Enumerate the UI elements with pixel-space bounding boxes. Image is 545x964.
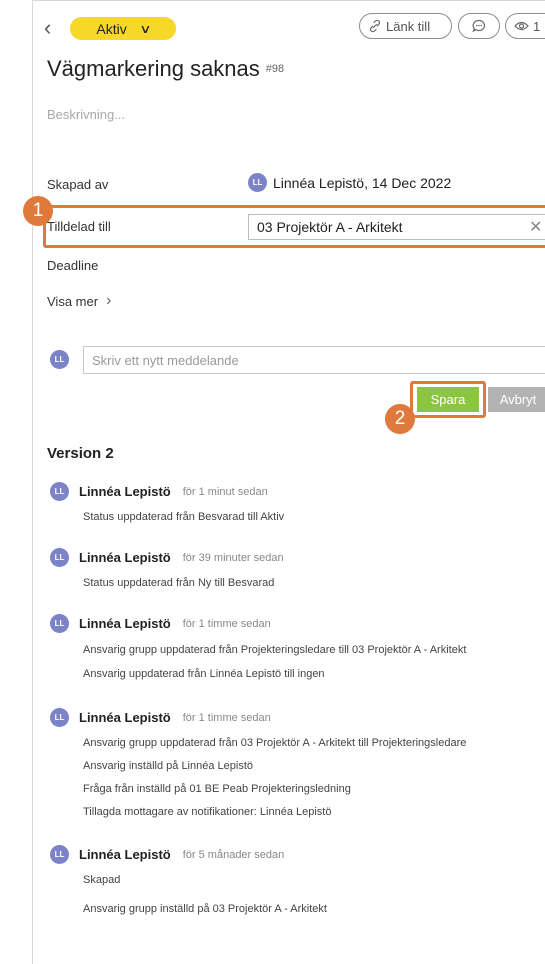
- history-entry-header: LL Linnéa Lepistö för 1 timme sedan: [50, 614, 271, 633]
- comment-button[interactable]: [458, 13, 500, 39]
- save-button[interactable]: Spara: [417, 387, 479, 412]
- task-number: #98: [265, 63, 285, 75]
- entry-time: för 1 timme sedan: [182, 711, 271, 724]
- history-entry-header: LL Linnéa Lepistö för 39 minuter sedan: [50, 548, 284, 567]
- watchers-count: 1: [533, 18, 541, 34]
- avatar: LL: [248, 173, 267, 192]
- entry-line: Ansvarig grupp uppdaterad från Projekter…: [83, 644, 467, 656]
- task-title-text: Vägmarkering saknas: [47, 56, 260, 81]
- history-entry-header: LL Linnéa Lepistö för 5 månader sedan: [50, 845, 284, 864]
- entry-line: Tillagda mottagare av notifikationer: Li…: [83, 806, 332, 818]
- entry-time: för 5 månader sedan: [182, 848, 285, 861]
- entry-line: Fråga från inställd på 01 BE Peab Projek…: [83, 783, 351, 795]
- created-by-value: LL Linnéa Lepistö, 14 Dec 2022: [248, 173, 451, 192]
- entry-line: Status uppdaterad från Besvarad till Akt…: [83, 511, 285, 523]
- version-title: Version 2: [47, 445, 114, 462]
- avatar: LL: [50, 350, 69, 369]
- assigned-to-value: 03 Projektör A - Arkitekt: [257, 219, 403, 235]
- back-chevron-icon[interactable]: ‹: [44, 17, 60, 40]
- entry-author: Linnéa Lepistö: [79, 616, 171, 631]
- step-marker-2: 2: [385, 404, 415, 434]
- history-entry-header: LL Linnéa Lepistö för 1 timme sedan: [50, 708, 271, 727]
- entry-author: Linnéa Lepistö: [79, 484, 171, 499]
- avatar: LL: [50, 708, 69, 727]
- avatar: LL: [50, 548, 69, 567]
- history-entry-header: LL Linnéa Lepistö för 1 minut sedan: [50, 482, 268, 501]
- entry-line: Ansvarig uppdaterad från Linnéa Lepistö …: [83, 668, 325, 680]
- watchers-button[interactable]: 1: [505, 13, 545, 39]
- clear-icon[interactable]: ✕: [529, 217, 542, 237]
- entry-line: Ansvarig grupp inställd på 03 Projektör …: [83, 903, 327, 915]
- new-message-input[interactable]: Skriv ett nytt meddelande: [83, 346, 545, 374]
- entry-line: Ansvarig grupp uppdaterad från 03 Projek…: [83, 737, 467, 749]
- entry-author: Linnéa Lepistö: [79, 550, 171, 565]
- chevron-right-icon: ›: [106, 292, 112, 309]
- task-title: Vägmarkering saknas #98: [47, 56, 284, 82]
- avatar: LL: [50, 845, 69, 864]
- avatar: LL: [50, 614, 69, 633]
- avatar: LL: [50, 482, 69, 501]
- entry-line: Status uppdaterad från Ny till Besvarad: [83, 577, 275, 589]
- status-label: Aktiv: [96, 20, 127, 37]
- entry-time: för 1 timme sedan: [182, 617, 271, 630]
- entry-author: Linnéa Lepistö: [79, 710, 171, 725]
- link-to-button[interactable]: Länk till: [359, 13, 452, 39]
- comment-icon: [472, 19, 485, 33]
- entry-time: för 1 minut sedan: [182, 485, 268, 498]
- description-field[interactable]: Beskrivning...: [47, 107, 125, 122]
- show-more-text: Visa mer: [47, 293, 99, 309]
- link-to-label: Länk till: [386, 18, 431, 34]
- created-by-label: Skapad av: [47, 177, 109, 192]
- link-icon: [369, 19, 381, 33]
- created-by-text: Linnéa Lepistö, 14 Dec 2022: [273, 174, 452, 191]
- eye-icon: [514, 21, 529, 31]
- entry-author: Linnéa Lepistö: [79, 847, 171, 862]
- entry-line: Ansvarig inställd på Linnéa Lepistö: [83, 760, 254, 772]
- deadline-label: Deadline: [47, 258, 99, 273]
- status-dropdown[interactable]: Aktiv ∨: [70, 17, 176, 40]
- entry-time: för 39 minuter sedan: [182, 551, 284, 564]
- cancel-button[interactable]: Avbryt: [488, 387, 545, 412]
- show-more-link[interactable]: Visa mer ›: [47, 292, 111, 310]
- chevron-down-icon: ∨: [139, 21, 152, 36]
- assigned-to-input[interactable]: 03 Projektör A - Arkitekt ✕: [248, 214, 545, 240]
- entry-line: Skapad: [83, 874, 121, 886]
- assigned-to-label: Tilldelad till: [47, 219, 111, 234]
